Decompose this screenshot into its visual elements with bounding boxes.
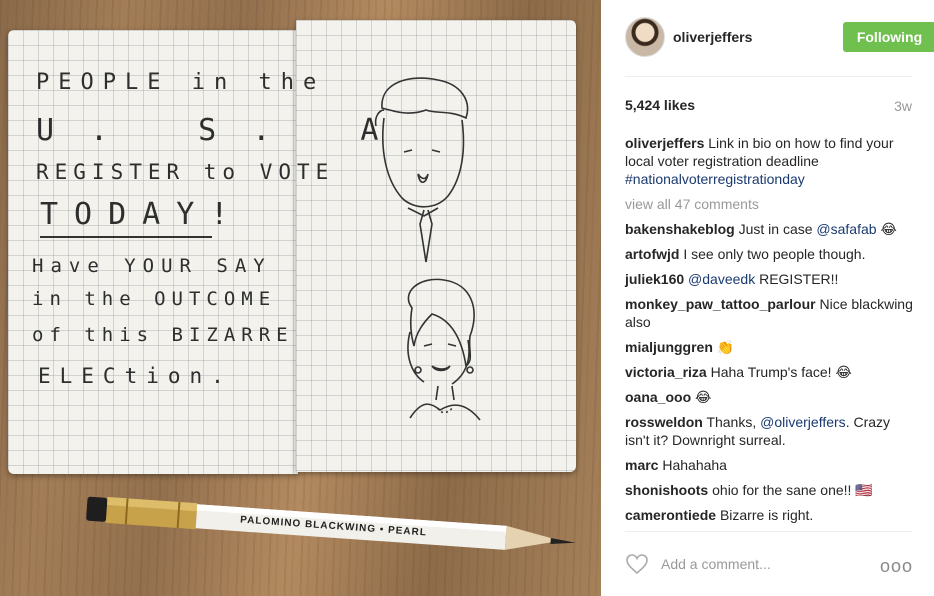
comment-username[interactable]: oana_ooo <box>625 389 691 405</box>
post-photo[interactable]: PEOPLE in the U. S. A REGISTER to VOTE T… <box>0 0 601 596</box>
comment-username[interactable]: marc <box>625 457 658 473</box>
comment-row: marc Hahahaha <box>625 456 913 474</box>
comment-row: oana_ooo 😂 <box>625 388 913 406</box>
comment-row: victoria_riza Haha Trump's face! 😂 <box>625 363 913 381</box>
comment-username[interactable]: mialjunggren <box>625 339 713 355</box>
comment-username[interactable]: victoria_riza <box>625 364 707 380</box>
comment-username[interactable]: juliek160 <box>625 271 684 287</box>
mention-link[interactable]: @daveedk <box>688 271 755 287</box>
handwriting-line-6: in the OUTCOME <box>32 288 277 310</box>
comment-row: rossweldon Thanks, @oliverjeffers. Crazy… <box>625 413 913 449</box>
comment-username[interactable]: camerontiede <box>625 507 716 523</box>
comment-row: artofwjd I see only two people though. <box>625 245 913 263</box>
comment-text: ohio for the sane one!! <box>712 482 852 498</box>
emoji: 😂 <box>835 364 852 380</box>
add-comment-input[interactable]: Add a comment... <box>661 556 771 572</box>
more-options-icon[interactable]: ooo <box>880 556 913 577</box>
comment-row: mialjunggren 👏 <box>625 338 913 356</box>
handwriting-line-7: of this BIZARRE <box>32 324 294 346</box>
like-count[interactable]: 5,424 likes <box>625 97 695 113</box>
comment-username[interactable]: artofwjd <box>625 246 679 262</box>
comment-row: bakenshakeblog Just in case @safafab 😂 <box>625 220 913 238</box>
handwriting-underline <box>40 236 212 238</box>
caption: oliverjeffers Link in bio on how to find… <box>625 134 913 188</box>
footer-divider <box>625 531 912 532</box>
comment-text: Just in case <box>738 221 813 237</box>
candidate-sketches <box>374 77 481 421</box>
comment-row: camerontiede Bizarre is right. <box>625 506 913 524</box>
comment-text: I see only two people though. <box>683 246 866 262</box>
view-all-comments-link[interactable]: view all 47 comments <box>625 195 913 213</box>
emoji: 😂 <box>880 221 897 237</box>
comment-list: oliverjeffers Link in bio on how to find… <box>625 134 913 531</box>
following-button[interactable]: Following <box>843 22 934 52</box>
hashtag-link[interactable]: #nationalvoterregistrationday <box>625 171 805 187</box>
comment-username[interactable]: rossweldon <box>625 414 703 430</box>
emoji: 👏 <box>716 339 735 355</box>
comment-username[interactable]: shonishoots <box>625 482 708 498</box>
author-username[interactable]: oliverjeffers <box>673 29 752 45</box>
notebook-left-page <box>8 30 298 474</box>
post-age[interactable]: 3w <box>894 98 912 114</box>
comment-text: Bizarre is right. <box>719 507 814 523</box>
header-divider <box>625 76 912 77</box>
mention-link[interactable]: @oliverjeffers <box>760 414 846 430</box>
avatar[interactable] <box>625 17 665 57</box>
emoji: 🇺🇸 <box>855 482 873 498</box>
handwriting-line-5: Have YOUR SAY <box>32 255 272 277</box>
comment-row: shonishoots ohio for the sane one!! 🇺🇸 <box>625 481 913 499</box>
heart-outline-icon[interactable] <box>625 552 649 576</box>
handwriting-line-3: REGISTER to VOTE <box>36 160 335 184</box>
comment-username[interactable]: bakenshakeblog <box>625 221 735 237</box>
emoji: 😂 <box>695 389 712 405</box>
comment-text: Thanks, <box>706 414 757 430</box>
handwriting-line-1: PEOPLE in the <box>36 70 326 95</box>
handwriting-line-8: ELECtion. <box>38 364 233 388</box>
post-side-panel: oliverjeffers Following 5,424 likes 3w o… <box>601 0 934 596</box>
comment-text: REGISTER!! <box>759 271 839 287</box>
comment-row: monkey_paw_tattoo_parlour Nice blackwing… <box>625 295 913 331</box>
comment-username[interactable]: oliverjeffers <box>625 135 704 151</box>
comment-footer: Add a comment... ooo <box>625 550 913 580</box>
comment-text: Hahahaha <box>662 457 727 473</box>
handwriting-line-4: TODAY! <box>40 197 245 232</box>
mention-link[interactable]: @safafab <box>816 221 876 237</box>
post-header: oliverjeffers Following <box>625 17 934 57</box>
comment-row: juliek160 @daveedk REGISTER!! <box>625 270 913 288</box>
comment-username[interactable]: monkey_paw_tattoo_parlour <box>625 296 816 312</box>
comment-text: Haha Trump's face! <box>710 364 832 380</box>
